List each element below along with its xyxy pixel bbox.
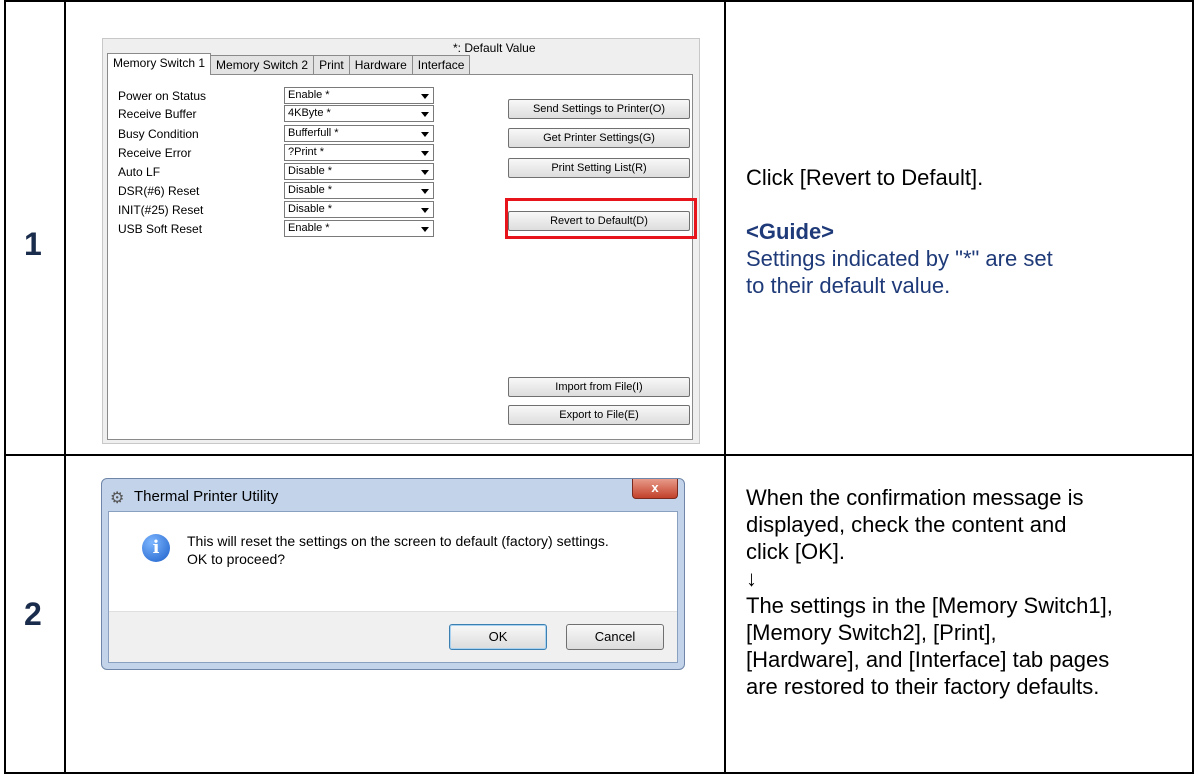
dialog-message-line-1: This will reset the settings on the scre… <box>187 533 609 549</box>
step-2-line: displayed, check the content and <box>746 512 1067 537</box>
revert-button-highlight <box>505 198 697 239</box>
print-setting-list-button[interactable]: Print Setting List(R) <box>508 158 690 178</box>
setting-row-usb-soft-reset: USB Soft Reset Enable * <box>118 220 438 238</box>
step-number-1: 1 <box>24 226 42 262</box>
select-value: Enable * <box>288 222 330 234</box>
dialog-message-line-2: OK to proceed? <box>187 551 286 567</box>
column-divider-right <box>724 0 726 774</box>
dialog-footer: OK Cancel <box>109 611 677 662</box>
setting-label: Power on Status <box>118 89 207 103</box>
guide-title: <Guide> <box>746 219 835 244</box>
send-settings-button[interactable]: Send Settings to Printer(O) <box>508 99 690 119</box>
step-2-line: When the confirmation message is <box>746 485 1084 510</box>
step-2-line: click [OK]. <box>746 539 846 564</box>
select-value: Enable * <box>288 89 330 101</box>
dialog-body: i This will reset the settings on the sc… <box>108 511 678 663</box>
setting-row-power-on-status: Power on Status Enable * <box>118 87 438 105</box>
busy-condition-select[interactable]: Bufferfull * <box>284 125 434 142</box>
chevron-down-icon <box>421 151 429 156</box>
column-divider-left <box>64 0 66 774</box>
step-1-description: Click [Revert to Default]. <Guide> Setti… <box>746 164 1186 299</box>
setting-label: USB Soft Reset <box>118 222 203 236</box>
step-2-description: When the confirmation message is display… <box>746 484 1190 700</box>
info-icon: i <box>142 534 170 562</box>
chevron-down-icon <box>421 227 429 232</box>
setting-row-receive-buffer: Receive Buffer 4KByte * <box>118 105 438 123</box>
row-divider <box>4 454 1194 456</box>
setting-row-auto-lf: Auto LF Disable * <box>118 163 438 181</box>
tab-panel: Power on Status Enable * Receive Buffer … <box>107 74 693 440</box>
setting-label: DSR(#6) Reset <box>118 184 200 198</box>
tab-memory-switch-2[interactable]: Memory Switch 2 <box>210 55 315 75</box>
printer-icon: ⚙ <box>110 490 125 507</box>
step-2-line: [Hardware], and [Interface] tab pages <box>746 647 1110 672</box>
export-to-file-button[interactable]: Export to File(E) <box>508 405 690 425</box>
import-from-file-button[interactable]: Import from File(I) <box>508 377 690 397</box>
setting-row-receive-error: Receive Error ?Print * <box>118 144 438 162</box>
tab-memory-switch-1[interactable]: Memory Switch 1 <box>107 53 212 75</box>
step-2-line: are restored to their factory defaults. <box>746 674 1100 699</box>
dialog-titlebar: ⚙ Thermal Printer Utility x <box>102 479 684 511</box>
tab-hardware[interactable]: Hardware <box>348 55 413 75</box>
settings-window-screenshot: *: Default Value Memory Switch 1 Memory … <box>102 38 700 444</box>
dialog-title: Thermal Printer Utility <box>134 488 279 505</box>
tab-interface[interactable]: Interface <box>411 55 471 75</box>
get-printer-settings-button[interactable]: Get Printer Settings(G) <box>508 128 690 148</box>
step-2-line: The settings in the [Memory Switch1], <box>746 593 1113 618</box>
receive-error-select[interactable]: ?Print * <box>284 144 434 161</box>
cancel-button[interactable]: Cancel <box>566 624 664 650</box>
init-reset-select[interactable]: Disable * <box>284 201 434 218</box>
select-value: Disable * <box>288 203 333 215</box>
select-value: ?Print * <box>288 146 325 158</box>
chevron-down-icon <box>421 132 429 137</box>
chevron-down-icon <box>421 189 429 194</box>
setting-row-busy-condition: Busy Condition Bufferfull * <box>118 125 438 143</box>
select-value: Bufferfull * <box>288 127 339 139</box>
chevron-down-icon <box>421 94 429 99</box>
dialog-message: This will reset the settings on the scre… <box>187 532 609 568</box>
setting-label: Busy Condition <box>118 127 199 141</box>
chevron-down-icon <box>421 112 429 117</box>
close-icon[interactable]: x <box>632 479 678 499</box>
chevron-down-icon <box>421 208 429 213</box>
guide-text: Settings indicated by "*" are set to the… <box>746 246 1053 298</box>
receive-buffer-select[interactable]: 4KByte * <box>284 105 434 122</box>
select-value: 4KByte * <box>288 107 331 119</box>
default-value-note: *: Default Value <box>453 41 536 55</box>
power-on-status-select[interactable]: Enable * <box>284 87 434 104</box>
setting-row-dsr-reset: DSR(#6) Reset Disable * <box>118 182 438 200</box>
setting-label: INIT(#25) Reset <box>118 203 204 217</box>
setting-label: Receive Buffer <box>118 107 197 121</box>
step-number-2: 2 <box>24 596 42 632</box>
auto-lf-select[interactable]: Disable * <box>284 163 434 180</box>
setting-row-init-reset: INIT(#25) Reset Disable * <box>118 201 438 219</box>
chevron-down-icon <box>421 170 429 175</box>
step-2-line: [Memory Switch2], [Print], <box>746 620 997 645</box>
usb-soft-reset-select[interactable]: Enable * <box>284 220 434 237</box>
tab-print[interactable]: Print <box>313 55 350 75</box>
dsr-reset-select[interactable]: Disable * <box>284 182 434 199</box>
select-value: Disable * <box>288 184 333 196</box>
tab-bar: Memory Switch 1 Memory Switch 2 Print Ha… <box>107 53 471 75</box>
confirmation-dialog-screenshot: ⚙ Thermal Printer Utility x i This will … <box>101 478 685 670</box>
step-1-instruction: Click [Revert to Default]. <box>746 165 984 190</box>
setting-label: Receive Error <box>118 146 192 160</box>
setting-label: Auto LF <box>118 165 161 179</box>
down-arrow-icon: ↓ <box>746 566 757 591</box>
select-value: Disable * <box>288 165 333 177</box>
ok-button[interactable]: OK <box>449 624 547 650</box>
